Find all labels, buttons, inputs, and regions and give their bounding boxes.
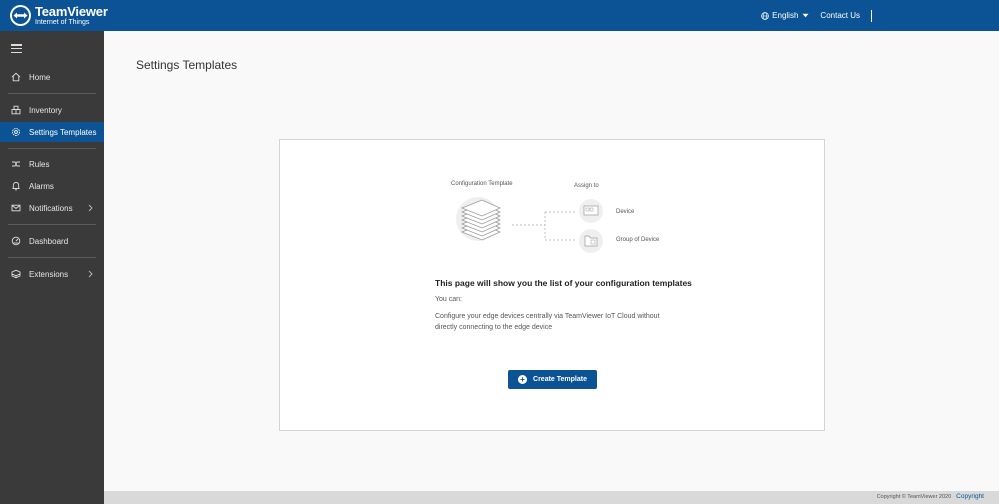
brand-name: TeamViewer [35,4,108,19]
sidebar-item-label: Alarms [29,181,54,191]
sidebar-item-label: Rules [29,159,50,169]
rules-icon [11,159,21,169]
settings-icon [11,127,21,137]
plus-circle-icon: + [518,375,528,384]
create-template-button[interactable]: + Create Template [508,370,597,389]
globe-icon [761,11,769,20]
sidebar-item-settings-templates[interactable]: Settings Templates [0,122,104,142]
language-selector[interactable]: English [761,11,809,20]
brand-logo[interactable]: TeamViewer Internet of Things [10,5,108,26]
contact-us-link[interactable]: Contact Us [820,11,860,20]
sidebar-item-inventory[interactable]: Inventory [0,100,104,120]
bell-icon [11,181,21,191]
sidebar-item-dashboard[interactable]: Dashboard [0,231,104,251]
top-bar: TeamViewer Internet of Things English Co… [0,0,999,31]
mail-icon [11,203,21,213]
sidebar-item-alarms[interactable]: Alarms [0,176,104,196]
caret-down-icon [802,13,809,18]
extensions-icon [11,269,21,279]
language-label: English [772,11,799,20]
create-template-label: Create Template [533,376,587,383]
sidebar-item-label: Extensions [29,269,69,279]
sidebar-divider [8,224,96,225]
sidebar-divider [8,257,96,258]
sidebar-item-label: Dashboard [29,236,69,246]
device-label: Device [616,209,635,215]
config-template-diagram: Configuration Template Assign to Device … [445,180,665,255]
brand-subtitle: Internet of Things [35,19,90,26]
sidebar-item-home[interactable]: Home [0,67,104,87]
menu-toggle-icon[interactable] [11,44,22,54]
empty-state-heading: This page will show you the list of your… [435,278,692,288]
sidebar-item-extensions[interactable]: Extensions [0,264,104,284]
sidebar-divider [8,93,96,94]
inventory-icon [11,105,21,115]
copyright-link[interactable]: Copyright [956,493,984,500]
teamviewer-logo-icon [10,5,31,26]
home-icon [11,72,21,82]
empty-state-card: Configuration Template Assign to Device … [279,139,825,431]
sidebar-item-label: Inventory [29,105,62,115]
chevron-right-icon [88,204,93,212]
footer: Copyright © TeamViewer 2020 Copyright [0,491,999,504]
sidebar-item-notifications[interactable]: Notifications [0,198,104,218]
header-divider [871,9,872,22]
footer-sidebar-strip [0,491,104,504]
chevron-right-icon [88,270,93,278]
sidebar-divider [8,148,96,149]
empty-state-description: Configure your edge devices centrally vi… [435,313,660,331]
sidebar-item-label: Settings Templates [29,127,97,137]
sidebar-item-label: Notifications [29,203,73,213]
group-of-device-label: Group of Device [616,237,660,243]
sidebar-item-rules[interactable]: Rules [0,154,104,174]
you-can-label: You can: [435,296,462,303]
sidebar: Home Inventory Settings Templates Rules … [0,31,104,491]
page-title: Settings Templates [136,58,238,72]
dashboard-icon [11,236,21,246]
sidebar-item-label: Home [29,72,51,82]
copyright-text: Copyright © TeamViewer 2020 [876,493,952,500]
diagram-graphic [456,197,603,253]
